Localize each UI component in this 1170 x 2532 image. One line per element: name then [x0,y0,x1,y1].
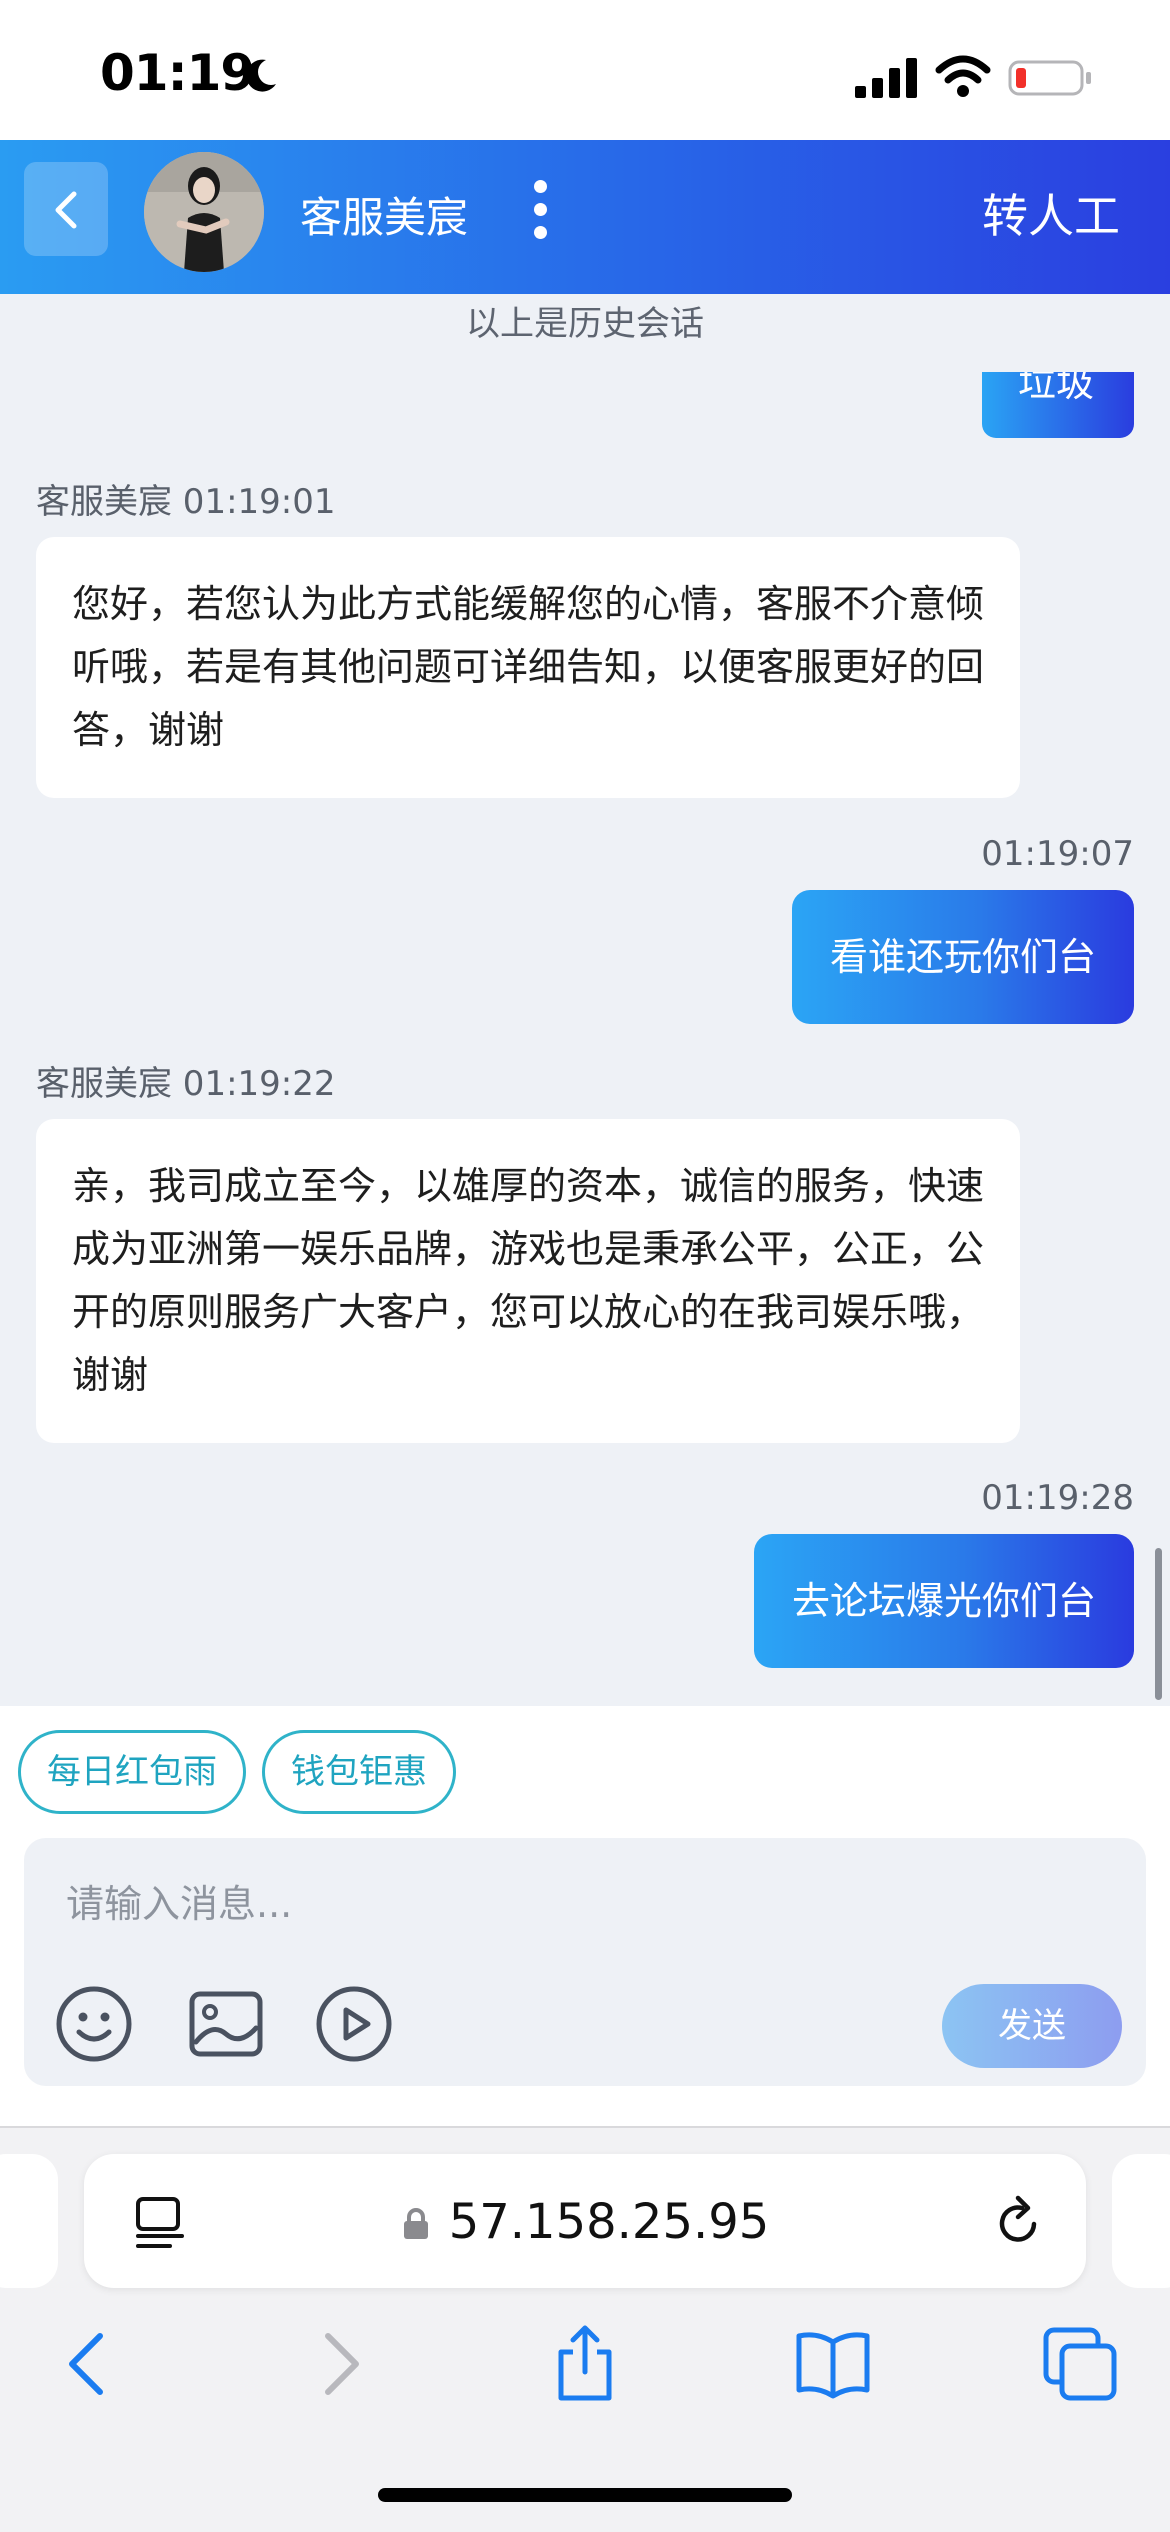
url-display: 57.158.25.95 [84,2194,1086,2250]
chevron-left-icon [55,191,77,229]
video-play-icon[interactable] [314,1984,394,2064]
back-button[interactable] [24,162,108,256]
moon-icon [246,59,276,92]
message-text: 亲，我司成立至今，以雄厚的资本，诚信的服务，快速成为亚洲第一娱乐品牌，游戏也是秉… [72,1164,985,1397]
message-bubble-outgoing: 垃圾 [982,372,1134,438]
previous-tab-preview[interactable] [0,2154,58,2288]
message-text: 您好，若您认为此方式能缓解您的心情，客服不介意倾听哦，若是有其他问题可详细告知，… [72,582,985,752]
send-button[interactable]: 发送 [942,1984,1122,2068]
bookmarks-icon[interactable] [793,2324,873,2404]
agent-name: 客服美宸 [300,193,469,242]
message-text: 去论坛爆光你们台 [791,1579,1096,1623]
message-text: 垃圾 [1018,372,1095,405]
status-time: 01:19 [100,44,255,102]
emoji-icon[interactable] [54,1984,134,2064]
history-divider: 以上是历史会话 [466,304,704,344]
lock-icon [403,2208,428,2239]
cellular-signal-icon [855,58,917,98]
more-options-icon[interactable] [525,180,555,244]
back-icon[interactable] [48,2324,128,2404]
message-input[interactable] [66,1876,1066,1932]
message-meta: 客服美宸 01:19:01 [36,482,336,522]
tabs-icon[interactable] [1040,2324,1120,2404]
battery-low-icon [1008,60,1091,96]
message-composer: 发送 [24,1838,1146,2086]
quick-reply-red-packet[interactable]: 每日红包雨 [18,1730,246,1814]
message-bubble-outgoing: 看谁还玩你们台 [791,890,1134,1024]
chat-header: 客服美宸 转人工 [0,140,1170,294]
address-bar[interactable]: 57.158.25.95 [84,2154,1086,2288]
status-bar: 01:19 [0,0,1170,140]
quick-reply-wallet-deals[interactable]: 钱包钜惠 [262,1730,456,1814]
next-tab-preview[interactable] [1112,2154,1170,2288]
forward-icon[interactable] [300,2324,380,2404]
message-bubble-incoming: 亲，我司成立至今，以雄厚的资本，诚信的服务，快速成为亚洲第一娱乐品牌，游戏也是秉… [36,1119,1020,1443]
message-bubble-incoming: 您好，若您认为此方式能缓解您的心情，客服不介意倾听哦，若是有其他问题可详细告知，… [36,537,1020,798]
url-text: 57.158.25.95 [448,2194,770,2250]
message-time: 01:19:07 [981,834,1134,874]
message-time: 01:19:28 [981,1478,1134,1518]
scrollbar[interactable] [1155,1548,1162,1700]
message-text: 看谁还玩你们台 [829,935,1096,979]
input-panel: 每日红包雨 钱包钜惠 发送 [0,1706,1170,2126]
browser-toolbar: 57.158.25.95 [0,2126,1170,2532]
home-indicator[interactable] [378,2488,792,2502]
avatar-image [144,152,264,272]
wifi-icon [935,55,991,97]
agent-avatar[interactable] [144,152,264,272]
image-icon[interactable] [186,1984,266,2064]
reload-icon[interactable] [992,2194,1046,2250]
chat-message-list[interactable]: 以上是历史会话 垃圾 客服美宸 01:19:01 您好，若您认为此方式能缓解您的… [0,294,1170,1706]
message-meta: 客服美宸 01:19:22 [36,1064,336,1104]
message-bubble-outgoing: 去论坛爆光你们台 [753,1534,1134,1668]
share-icon[interactable] [545,2324,625,2404]
transfer-to-human-button[interactable]: 转人工 [982,180,1120,246]
